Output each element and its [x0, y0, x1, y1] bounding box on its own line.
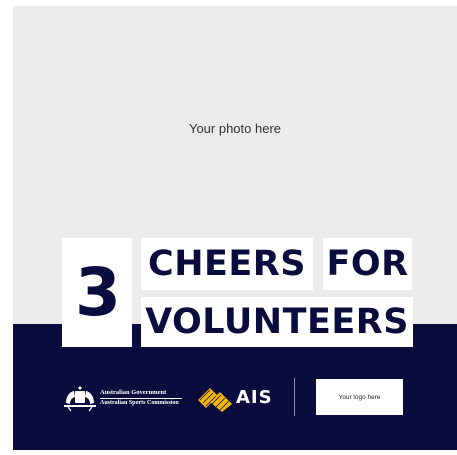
headline-word-volunteers: VOLUNTEERS: [141, 297, 413, 347]
logo-placeholder: Your logo here: [316, 379, 403, 415]
australian-government-logo: Australian Government Australian Sports …: [62, 383, 187, 413]
headline-word-for: FOR: [323, 238, 412, 290]
ais-stripes-icon: [198, 388, 232, 412]
gov-divider-rule: [100, 398, 182, 399]
coat-of-arms-icon: [64, 386, 96, 412]
headline-word-cheers: CHEERS: [141, 238, 313, 290]
photo-placeholder-label: Your photo here: [188, 121, 282, 136]
tile-card: Your photo here 3 CHEERS FOR VOLUNTEERS …: [13, 6, 457, 450]
footer-divider: [294, 378, 295, 416]
headline-number: 3: [62, 238, 132, 347]
ais-logo: AIS: [196, 382, 276, 414]
gov-line-1: Australian Government: [100, 389, 167, 396]
gov-line-2: Australian Sports Commission: [100, 400, 179, 406]
ais-label: AIS: [236, 387, 273, 408]
